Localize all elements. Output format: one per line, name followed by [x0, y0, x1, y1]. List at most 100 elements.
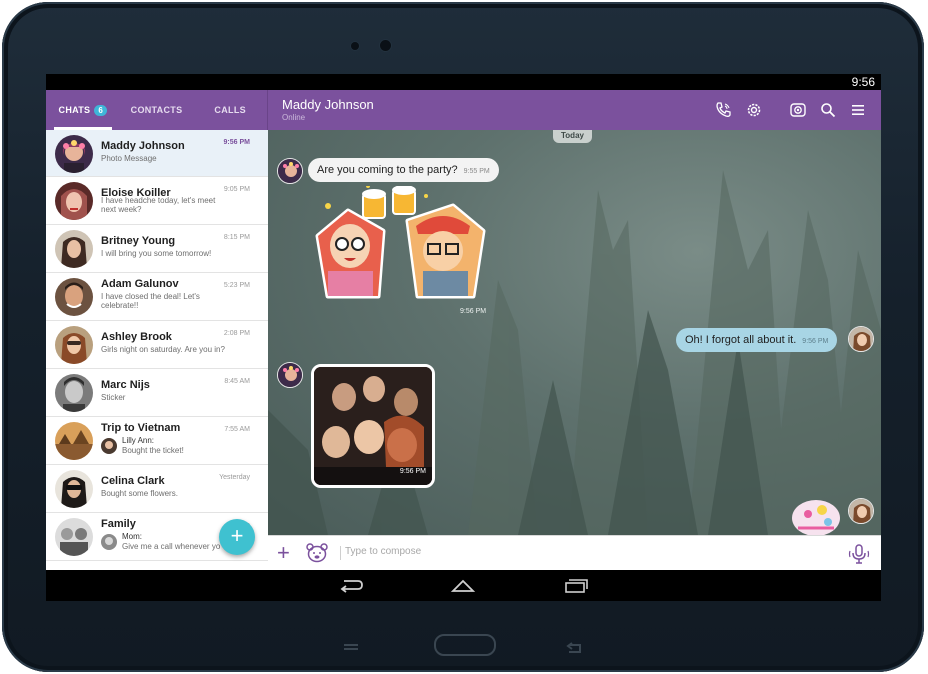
front-camera [380, 40, 391, 51]
recent-apps-icon[interactable] [563, 577, 589, 593]
message-area[interactable]: Today Are you coming to the party? 9:55 P… [268, 130, 881, 535]
search-icon[interactable] [819, 101, 837, 119]
plus-icon: + [230, 523, 244, 548]
sticker-cheers[interactable] [308, 186, 498, 306]
sticker-bear-icon[interactable] [306, 543, 328, 563]
avatar [55, 182, 93, 220]
chat-time: 2:08 PM [223, 330, 250, 337]
tab-chats-label: CHATS [58, 105, 91, 115]
clock: 9:56 [851, 75, 875, 89]
screen: 9:56 CHATS 6 CONTACTS CALLS Maddy Johnso… [46, 74, 881, 601]
sender-name: Mom: [122, 532, 142, 541]
chat-item-adam-galunov[interactable]: Adam Galunov 5:23 PM I have closed the d… [46, 273, 268, 321]
message-bubble-outgoing[interactable]: Oh! I forgot all about it. 9:56 PM [676, 328, 838, 352]
chat-item-celina-clark[interactable]: Celina Clark Yesterday Bought some flowe… [46, 465, 268, 513]
sensor-dot [351, 42, 359, 50]
my-avatar[interactable] [848, 326, 874, 352]
chat-time: 5:23 PM [223, 282, 250, 289]
chat-list-panel: CHATS 6 CONTACTS CALLS Maddy Johnson 9:5… [46, 90, 268, 570]
contact-name[interactable]: Maddy Johnson [282, 97, 374, 112]
home-icon[interactable] [450, 577, 476, 593]
hardware-home-button[interactable] [434, 634, 496, 656]
tab-contacts[interactable]: CONTACTS [120, 90, 194, 130]
chat-name: Adam Galunov [101, 278, 179, 290]
avatar [55, 470, 93, 508]
chat-name: Britney Young [101, 235, 176, 247]
hardware-back-icon[interactable] [565, 642, 583, 654]
avatar [55, 374, 93, 412]
status-bar: 9:56 [46, 74, 881, 90]
avatar [55, 326, 93, 364]
chat-time: 9:56 PM [223, 139, 250, 146]
contact-status: Online [282, 113, 306, 122]
tab-calls-label: CALLS [214, 105, 246, 115]
chat-time: 8:15 PM [223, 234, 250, 241]
chat-item-eloise-koiller[interactable]: Eloise Koiller 9:05 PM I have headche to… [46, 177, 268, 225]
settings-icon[interactable] [745, 101, 763, 119]
microphone-icon[interactable] [848, 543, 870, 565]
compose-input[interactable]: Type to compose [340, 546, 421, 560]
message-time: 9:56 PM [802, 338, 829, 345]
conversation-header: Maddy Johnson Online [268, 90, 881, 130]
chat-preview: Bought some flowers. [101, 489, 178, 498]
my-avatar[interactable] [848, 498, 874, 524]
tab-calls[interactable]: CALLS [193, 90, 267, 130]
chat-preview: Bought the ticket! [122, 446, 184, 455]
back-icon[interactable] [338, 577, 364, 593]
chat-preview: Girls night on saturday. Are you in? [101, 345, 225, 354]
unread-badge: 6 [94, 104, 108, 116]
avatar [55, 230, 93, 268]
chat-preview: I have closed the deal! Let's celebrate!… [101, 292, 200, 310]
sender-avatar[interactable] [277, 158, 303, 184]
tab-contacts-label: CONTACTS [130, 105, 183, 115]
chat-item-marc-nijs[interactable]: Marc Nijs 8:45 AM Sticker [46, 369, 268, 417]
chat-preview: I have headche today, let's meet next we… [101, 196, 216, 214]
chat-name: Family [101, 518, 136, 530]
attach-plus-icon[interactable]: + [277, 540, 290, 566]
sender-avatar [101, 438, 117, 454]
menu-icon[interactable] [849, 101, 867, 119]
chat-list: Maddy Johnson 9:56 PM Photo Message Eloi… [46, 130, 268, 570]
chat-name: Marc Nijs [101, 379, 150, 391]
message-composer: + Type to compose [268, 535, 881, 570]
avatar [55, 518, 93, 556]
sticker-outgoing[interactable] [788, 490, 844, 535]
message-bubble-incoming[interactable]: Are you coming to the party? 9:55 PM [308, 158, 499, 182]
chat-name: Celina Clark [101, 475, 165, 487]
chat-item-britney-young[interactable]: Britney Young 8:15 PM I will bring you s… [46, 225, 268, 273]
avatar [55, 135, 93, 173]
message-time: 9:56 PM [460, 308, 487, 315]
chat-preview: Sticker [101, 393, 126, 402]
chat-preview: Photo Message [101, 154, 157, 163]
chat-name: Maddy Johnson [101, 140, 185, 152]
chat-time: 9:05 PM [223, 186, 250, 193]
chat-item-trip-to-vietnam[interactable]: Trip to Vietnam 7:55 AM Lilly Ann: Bough… [46, 417, 268, 465]
tab-bar: CHATS 6 CONTACTS CALLS [46, 90, 268, 130]
message-time: 9:56 PM [399, 468, 426, 475]
chat-preview: I will bring you some tomorrow! [101, 249, 212, 258]
avatar [55, 278, 93, 316]
tab-chats[interactable]: CHATS 6 [46, 90, 120, 130]
chat-item-ashley-brook[interactable]: Ashley Brook 2:08 PM Girls night on satu… [46, 321, 268, 369]
message-time: 9:55 PM [463, 168, 490, 175]
message-text: Oh! I forgot all about it. [685, 334, 797, 346]
group-last-message: Lilly Ann: Bought the ticket! [101, 436, 241, 456]
navigation-bar [46, 570, 881, 601]
video-icon[interactable] [789, 101, 807, 119]
sender-avatar [101, 534, 117, 550]
chat-time: Yesterday [219, 474, 250, 481]
avatar [55, 422, 93, 460]
chat-time: 8:45 AM [224, 378, 250, 385]
photo-message[interactable]: 9:56 PM [311, 364, 435, 488]
chat-time: 7:55 AM [224, 426, 250, 433]
message-text: Are you coming to the party? [317, 164, 458, 176]
phone-icon[interactable] [714, 101, 732, 119]
hardware-menu-icon[interactable] [342, 642, 360, 654]
chat-item-maddy-johnson[interactable]: Maddy Johnson 9:56 PM Photo Message [46, 130, 268, 177]
date-divider: Today [553, 130, 592, 143]
sender-avatar[interactable] [277, 362, 303, 388]
new-chat-fab[interactable]: + [219, 519, 255, 555]
conversation-panel: Maddy Johnson Online Today Are you comin… [268, 90, 881, 570]
chat-name: Trip to Vietnam [101, 422, 181, 434]
sender-name: Lilly Ann: [122, 436, 155, 445]
